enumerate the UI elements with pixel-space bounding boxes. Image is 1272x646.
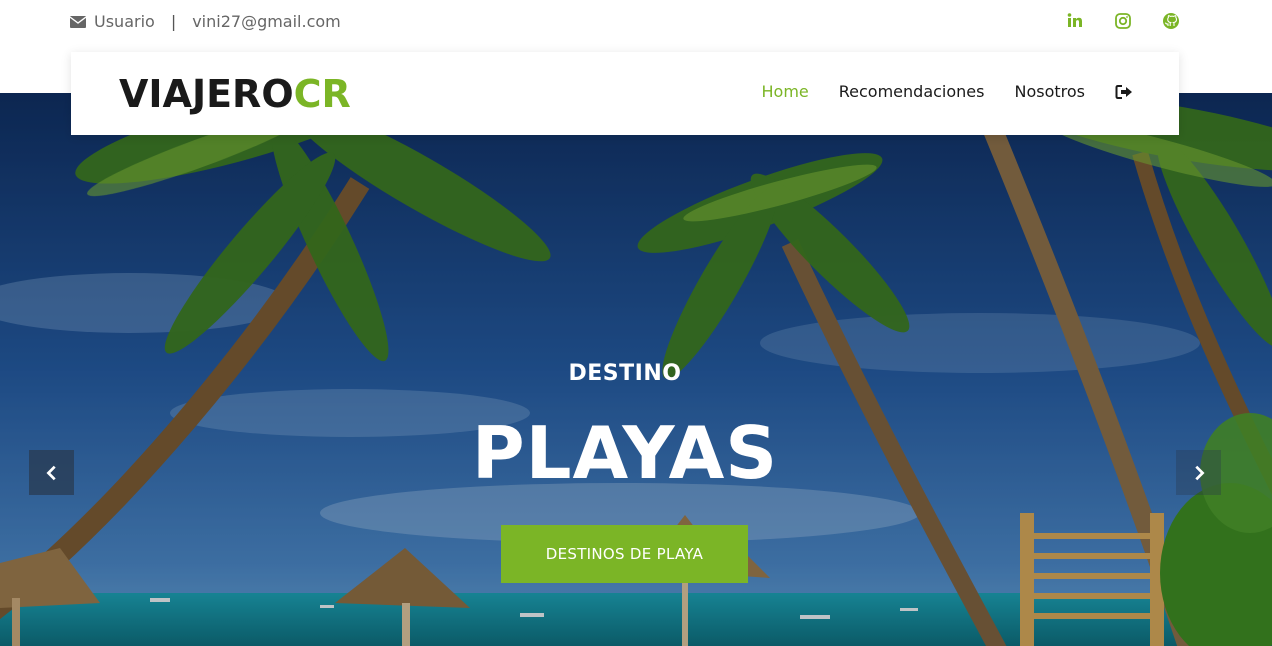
nav-item-nosotros[interactable]: Nosotros bbox=[1014, 82, 1085, 101]
hero-carousel: DESTINO PLAYAS DESTINOS DE PLAYA bbox=[0, 93, 1272, 646]
user-label[interactable]: Usuario bbox=[94, 12, 155, 31]
nav-menu: Home Recomendaciones Nosotros bbox=[762, 82, 1133, 101]
hero-eyebrow: DESTINO bbox=[568, 361, 682, 386]
hero-headline: PLAYAS bbox=[471, 411, 779, 495]
envelope-icon bbox=[70, 15, 86, 28]
chevron-right-icon bbox=[1194, 465, 1205, 480]
instagram-icon[interactable] bbox=[1114, 12, 1132, 30]
brand-part-2: CR bbox=[293, 72, 351, 116]
github-icon[interactable] bbox=[1162, 12, 1180, 30]
brand-part-1: VIAJERO bbox=[119, 72, 294, 116]
sign-out-icon[interactable] bbox=[1115, 84, 1133, 100]
nav-item-home[interactable]: Home bbox=[762, 82, 809, 101]
chevron-left-icon bbox=[45, 465, 56, 480]
user-email: vini27@gmail.com bbox=[192, 12, 341, 31]
top-bar: Usuario | vini27@gmail.com bbox=[0, 0, 1272, 46]
social-links bbox=[1066, 12, 1180, 30]
separator: | bbox=[170, 12, 177, 31]
nav-item-recomendaciones[interactable]: Recomendaciones bbox=[839, 82, 985, 101]
main-navbar: VIAJEROCR Home Recomendaciones Nosotros bbox=[71, 52, 1179, 135]
carousel-next-button[interactable] bbox=[1176, 450, 1221, 495]
beach-destinations-button[interactable]: DESTINOS DE PLAYA bbox=[501, 525, 748, 583]
carousel-prev-button[interactable] bbox=[29, 450, 74, 495]
brand-logo[interactable]: VIAJEROCR bbox=[119, 74, 351, 114]
contact-info: Usuario | vini27@gmail.com bbox=[70, 12, 341, 31]
linkedin-icon[interactable] bbox=[1066, 12, 1084, 30]
hero-caption: DESTINO PLAYAS DESTINOS DE PLAYA bbox=[0, 93, 1272, 646]
